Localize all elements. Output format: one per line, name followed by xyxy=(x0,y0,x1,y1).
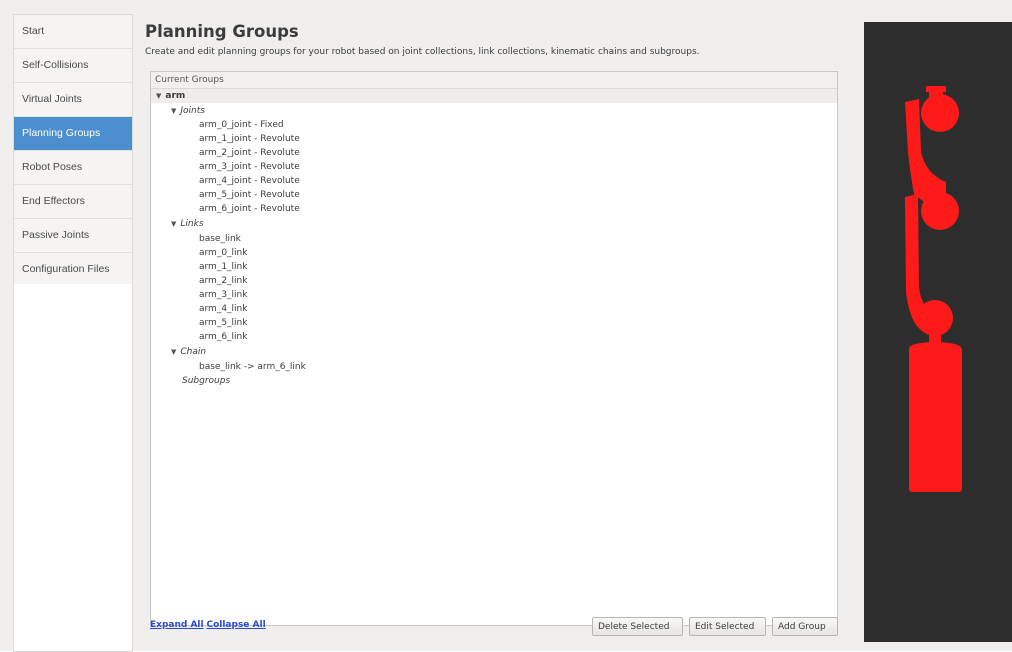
tree-group-row[interactable]: ▼ arm xyxy=(151,89,837,103)
collapse-all-link[interactable]: Collapse All xyxy=(206,620,265,630)
tree-link-item[interactable]: arm_4_link xyxy=(199,302,247,316)
tree-link-item[interactable]: arm_3_link xyxy=(199,288,247,302)
sidebar-item-self-collisions[interactable]: Self-Collisions xyxy=(14,49,132,83)
page-title: Planning Groups xyxy=(145,22,299,41)
main-panel: Planning Groups Create and edit planning… xyxy=(140,14,852,650)
tree-joint-item[interactable]: arm_3_joint - Revolute xyxy=(199,160,300,174)
sidebar-item-configuration-files[interactable]: Configuration Files xyxy=(14,253,132,287)
expand-arrow-icon[interactable]: ▼ xyxy=(171,220,176,228)
sidebar-nav: Start Self-Collisions Virtual Joints Pla… xyxy=(13,14,133,652)
tree-joint-item[interactable]: arm_4_joint - Revolute xyxy=(199,174,300,188)
tree-link-item[interactable]: arm_2_link xyxy=(199,274,247,288)
robot-model xyxy=(905,86,962,492)
tree-joint-item[interactable]: arm_5_joint - Revolute xyxy=(199,188,300,202)
sidebar-empty-area xyxy=(14,284,132,651)
edit-selected-button[interactable]: Edit Selected xyxy=(689,617,766,636)
robot-3d-viewport[interactable] xyxy=(864,22,1012,642)
tree-joint-item[interactable]: arm_6_joint - Revolute xyxy=(199,202,300,216)
add-group-button[interactable]: Add Group xyxy=(772,617,838,636)
links-label: Links xyxy=(180,219,204,229)
expand-arrow-icon[interactable]: ▼ xyxy=(171,348,176,356)
tree-link-item[interactable]: arm_1_link xyxy=(199,260,247,274)
tree-link-item[interactable]: arm_0_link xyxy=(199,246,247,260)
tree-joint-item[interactable]: arm_0_joint - Fixed xyxy=(199,118,284,132)
tree-subgroups-node[interactable]: Subgroups xyxy=(182,374,230,388)
tree-link-item[interactable]: arm_5_link xyxy=(199,316,247,330)
tree-joint-item[interactable]: arm_1_joint - Revolute xyxy=(199,132,300,146)
groups-tree[interactable]: Current Groups ▼ arm ▼ Joints arm_0_joint … xyxy=(150,71,838,626)
tree-link-item[interactable]: base_link xyxy=(199,232,241,246)
robot-base xyxy=(909,347,962,492)
tree-joints-node[interactable]: ▼ Joints xyxy=(171,104,205,118)
delete-selected-button[interactable]: Delete Selected xyxy=(592,617,683,636)
group-name: arm xyxy=(165,91,186,101)
expand-collapse-links: Expand All Collapse All xyxy=(150,620,266,630)
sidebar-item-passive-joints[interactable]: Passive Joints xyxy=(14,219,132,253)
tree-header: Current Groups xyxy=(151,72,837,89)
joints-label: Joints xyxy=(180,106,205,116)
tree-links-node[interactable]: ▼ Links xyxy=(171,217,204,231)
chain-label: Chain xyxy=(180,347,207,357)
expand-arrow-icon[interactable]: ▼ xyxy=(171,107,176,115)
robot-end-effector-cap xyxy=(926,86,946,92)
sidebar-item-virtual-joints[interactable]: Virtual Joints xyxy=(14,83,132,117)
sidebar-item-planning-groups[interactable]: Planning Groups xyxy=(14,117,132,151)
sidebar-item-robot-poses[interactable]: Robot Poses xyxy=(14,151,132,185)
expand-all-link[interactable]: Expand All xyxy=(150,620,204,630)
robot-joint-neck xyxy=(929,334,941,350)
tree-joint-item[interactable]: arm_2_joint - Revolute xyxy=(199,146,300,160)
tree-chain-item[interactable]: base_link -> arm_6_link xyxy=(199,360,306,374)
expand-arrow-icon[interactable]: ▼ xyxy=(156,92,161,100)
tree-chain-node[interactable]: ▼ Chain xyxy=(171,345,206,359)
page-description: Create and edit planning groups for your… xyxy=(145,47,700,57)
sidebar-item-start[interactable]: Start xyxy=(14,15,132,49)
tree-link-item[interactable]: arm_6_link xyxy=(199,330,247,344)
sidebar-item-end-effectors[interactable]: End Effectors xyxy=(14,185,132,219)
